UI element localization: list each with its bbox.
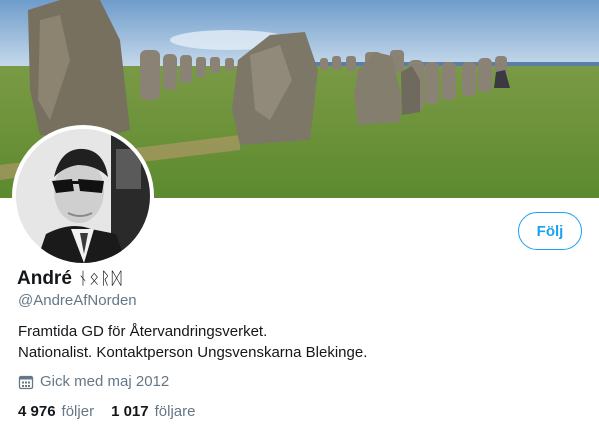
- follow-button[interactable]: Följ: [518, 212, 582, 250]
- following-label: följer: [61, 403, 95, 420]
- following-stat[interactable]: 4 976 följer: [18, 403, 94, 420]
- display-name: André: [17, 268, 72, 289]
- joined-date: Gick med maj 2012: [18, 373, 169, 390]
- profile-name-row: André ᚾᛟᚱᛞ: [17, 266, 123, 292]
- following-count: 4 976: [18, 403, 56, 420]
- avatar-photo: [16, 129, 150, 263]
- avatar[interactable]: [16, 129, 150, 263]
- followers-stat[interactable]: 1 017 följare: [111, 403, 195, 420]
- profile-stats: 4 976 följer 1 017 följare: [18, 403, 195, 420]
- followers-count: 1 017: [111, 403, 149, 420]
- bio-line: Nationalist. Kontaktperson Ungsvenskarna…: [18, 344, 368, 361]
- profile-handle: @AndreAfNorden: [18, 292, 137, 309]
- joined-text: Gick med maj 2012: [40, 373, 170, 390]
- bio-line: Framtida GD för Återvandringsverket.: [18, 323, 268, 340]
- display-name-runes: ᚾᛟᚱᛞ: [77, 269, 123, 288]
- profile-bio: Framtida GD för Återvandringsverket. Nat…: [18, 321, 367, 363]
- calendar-icon: [18, 375, 34, 389]
- followers-label: följare: [154, 403, 196, 420]
